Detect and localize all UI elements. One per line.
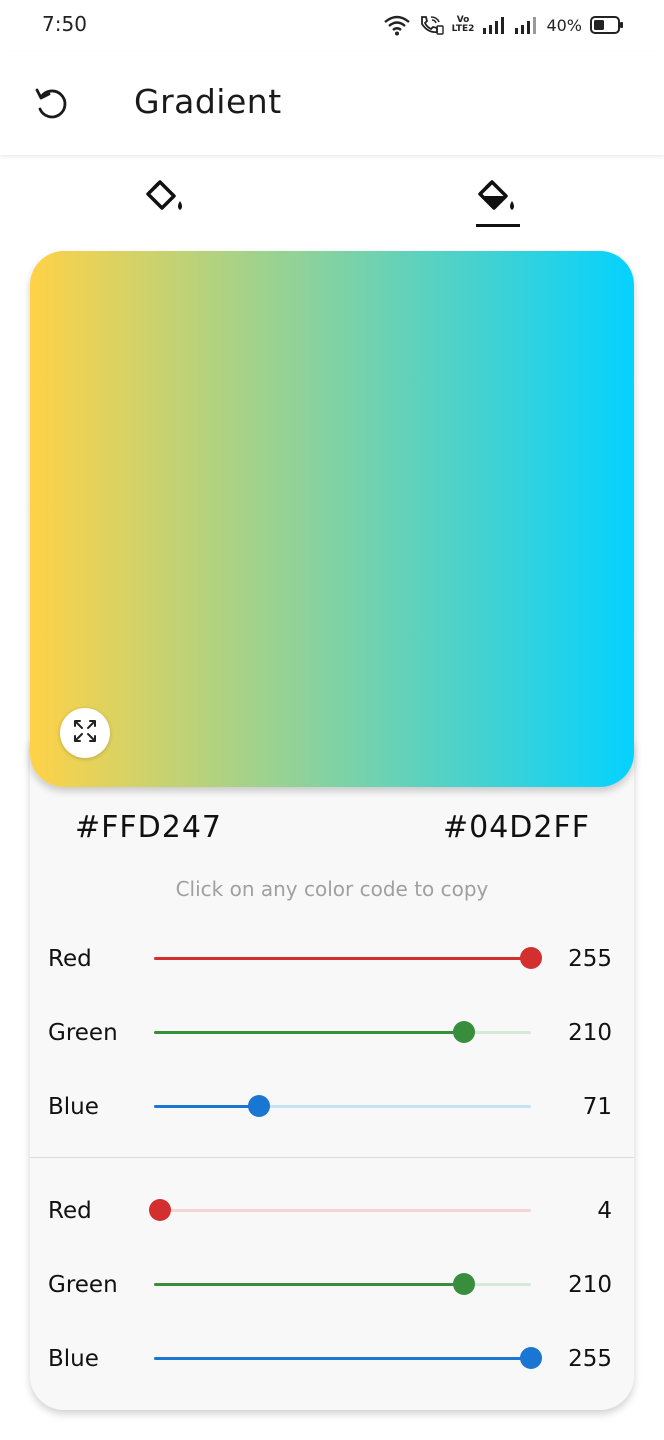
volte-icon: Vo LTE2	[451, 15, 475, 34]
slider-thumb[interactable]	[520, 1347, 542, 1369]
signal-icon	[482, 15, 506, 35]
start-blue-slider[interactable]	[154, 1095, 531, 1117]
slider-label: Red	[48, 1198, 92, 1224]
slider-label: Blue	[48, 1346, 99, 1372]
tab-bar	[0, 158, 664, 234]
back-button[interactable]	[30, 82, 74, 126]
slider-value: 255	[568, 946, 612, 972]
tab-solid-color[interactable]	[134, 172, 198, 234]
slider-value: 4	[597, 1198, 612, 1224]
slider-fill	[154, 957, 531, 960]
copy-hint: Click on any color code to copy	[175, 877, 489, 901]
end-red-slider-row: Red 4	[0, 1190, 664, 1230]
slider-label: Green	[48, 1020, 118, 1046]
end-blue-slider-row: Blue 255	[0, 1338, 664, 1378]
slider-value: 210	[568, 1272, 612, 1298]
battery-percent: 40%	[546, 15, 582, 35]
slider-thumb[interactable]	[520, 947, 542, 969]
battery-icon	[590, 15, 624, 35]
end-blue-slider[interactable]	[154, 1347, 542, 1369]
start-color-code[interactable]: #FFD247	[75, 810, 222, 845]
slider-thumb[interactable]	[247, 1095, 270, 1117]
start-red-slider-row: Red 255	[0, 938, 664, 978]
status-time: 7:50	[42, 12, 87, 36]
start-green-slider[interactable]	[154, 1021, 531, 1043]
start-red-slider[interactable]	[154, 947, 542, 969]
selected-tab-indicator	[476, 224, 520, 227]
slider-label: Green	[48, 1272, 118, 1298]
slider-fill	[154, 1283, 465, 1286]
slider-value: 71	[582, 1094, 612, 1120]
page-title: Gradient	[134, 82, 282, 121]
gradient-preview	[30, 251, 634, 787]
slider-label: Red	[48, 946, 92, 972]
end-color-code[interactable]: #04D2FF	[443, 810, 590, 845]
slider-thumb[interactable]	[148, 1199, 171, 1221]
app-bar: Gradient	[0, 52, 664, 155]
undo-icon	[30, 88, 74, 130]
divider	[30, 1157, 634, 1158]
slider-fill	[154, 1105, 259, 1108]
signal-icon	[514, 15, 538, 35]
slider-value: 255	[568, 1346, 612, 1372]
slider-label: Blue	[48, 1094, 99, 1120]
wifi-calling-icon	[418, 14, 444, 36]
start-blue-slider-row: Blue 71	[0, 1086, 664, 1126]
end-green-slider[interactable]	[154, 1273, 531, 1295]
paint-bucket-outline-icon	[134, 180, 198, 226]
slider-thumb[interactable]	[453, 1021, 476, 1043]
start-green-slider-row: Green 210	[0, 1012, 664, 1052]
wifi-icon	[383, 14, 410, 36]
status-icons: Vo LTE2 40%	[383, 12, 624, 38]
slider-value: 210	[568, 1020, 612, 1046]
slider-thumb[interactable]	[453, 1273, 476, 1295]
fullscreen-button[interactable]	[60, 708, 110, 758]
slider-fill	[154, 1357, 531, 1360]
slider-fill	[154, 1031, 465, 1034]
end-green-slider-row: Green 210	[0, 1264, 664, 1304]
status-bar: 7:50 Vo LTE2 40%	[0, 0, 664, 52]
end-red-slider[interactable]	[148, 1199, 531, 1221]
fullscreen-icon	[72, 718, 98, 748]
